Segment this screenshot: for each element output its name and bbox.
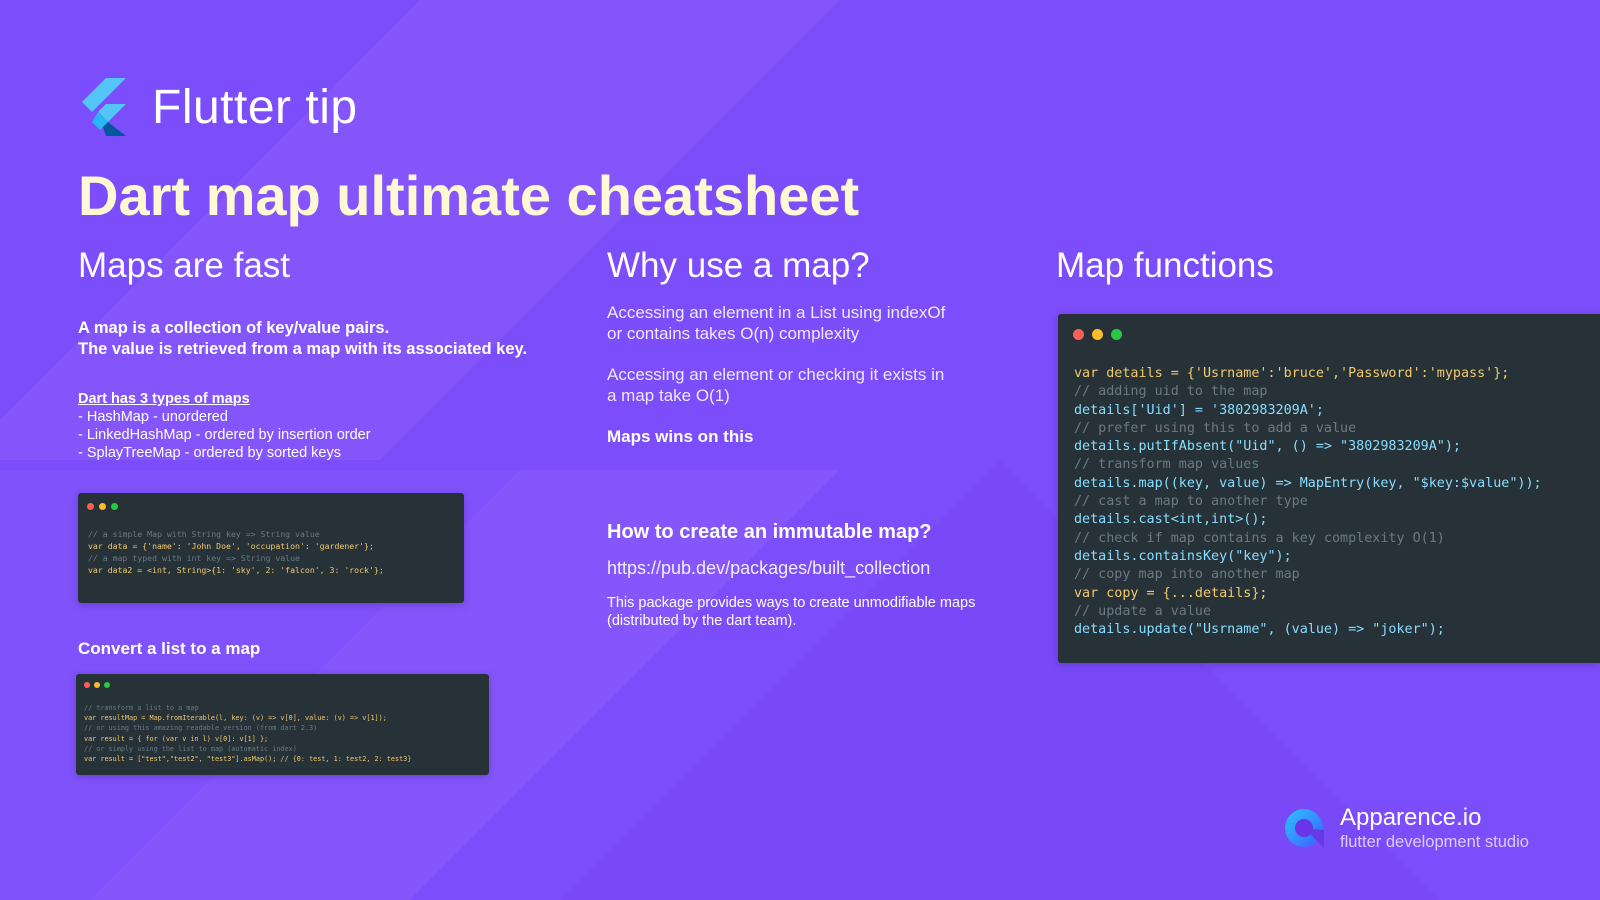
code-line: var result = { for (var v in l) v[0]: v[… — [84, 734, 269, 743]
why-p1-line-1: Accessing an element in a List using ind… — [607, 303, 946, 322]
maximize-dot-icon — [111, 503, 118, 510]
code-line: details.update("Usrname", (value) => "jo… — [1074, 622, 1445, 638]
heading-immutable-map: How to create an immutable map? — [607, 521, 932, 543]
heading-maps-are-fast: Maps are fast — [78, 246, 291, 285]
brand-name: Apparence.io — [1340, 804, 1482, 831]
close-dot-icon — [84, 682, 90, 688]
window-controls — [84, 682, 110, 688]
minimize-dot-icon — [99, 503, 106, 510]
code-line: // copy map into another map — [1074, 567, 1300, 583]
code-line: var data2 = <int, String>{1: 'sky', 2: '… — [88, 565, 384, 575]
maps-wins-text: Maps wins on this — [607, 427, 754, 446]
code-line: details.cast<int,int>(); — [1074, 512, 1268, 528]
package-description: This package provides ways to create unm… — [607, 594, 975, 630]
code-line: // a simple Map with String key => Strin… — [88, 529, 320, 539]
why-paragraph-2: Accessing an element or checking it exis… — [607, 364, 944, 406]
code-window-list-to-map: // transform a list to a map var resultM… — [76, 674, 489, 775]
code-window-map-literals: // a simple Map with String key => Strin… — [78, 493, 464, 603]
map-type-item: - HashMap - unordered — [78, 409, 228, 425]
code-line: details.putIfAbsent("Uid", () => "380298… — [1074, 439, 1461, 455]
map-type-item: - SplayTreeMap - ordered by sorted keys — [78, 445, 341, 461]
code-line: // or simply using the list to map (auto… — [84, 744, 297, 753]
code-window-map-functions: var details = {'Usrname':'bruce','Passwo… — [1058, 314, 1600, 663]
why-p2-line-2: a map take O(1) — [607, 386, 730, 405]
maps-intro: A map is a collection of key/value pairs… — [78, 318, 527, 360]
close-dot-icon — [87, 503, 94, 510]
window-controls — [87, 503, 118, 510]
code-line: var result = ["test","test2", "test3"].a… — [84, 755, 412, 764]
built-collection-link[interactable]: https://pub.dev/packages/built_collectio… — [607, 558, 930, 579]
page-title: Dart map ultimate cheatsheet — [78, 164, 860, 227]
code-line: var copy = {...details}; — [1074, 585, 1268, 601]
code-line: var data = {'name': 'John Doe', 'occupat… — [88, 541, 374, 551]
code-line: // transform map values — [1074, 457, 1260, 473]
minimize-dot-icon — [1092, 329, 1103, 340]
code-line: // update a value — [1074, 603, 1212, 619]
code-line: details.containsKey("key"); — [1074, 548, 1292, 564]
package-desc-line-1: This package provides ways to create unm… — [607, 595, 976, 611]
apparence-logo-icon — [1285, 809, 1324, 848]
maximize-dot-icon — [1111, 329, 1122, 340]
maps-intro-line-1: A map is a collection of key/value pairs… — [78, 319, 390, 337]
package-desc-line-2: (distributed by the dart team). — [607, 613, 797, 629]
why-p1-line-2: or contains takes O(n) complexity — [607, 324, 860, 343]
code-line: details['Uid'] = '3802983209A'; — [1074, 402, 1324, 418]
code-line: var details = {'Usrname':'bruce','Passwo… — [1074, 366, 1510, 381]
code-line: // a map typed with int key => String va… — [88, 553, 300, 563]
why-p2-line-1: Accessing an element or checking it exis… — [607, 365, 945, 384]
code-line: // prefer using this to add a value — [1074, 420, 1357, 436]
map-types-title: Dart has 3 types of maps — [78, 391, 250, 407]
code-line: var resultMap = Map.fromIterable(l, key:… — [84, 714, 387, 723]
code-line: // or using this amazing readable versio… — [84, 724, 318, 733]
minimize-dot-icon — [94, 682, 100, 688]
heading-map-functions: Map functions — [1056, 246, 1274, 285]
brand-tagline: flutter development studio — [1340, 833, 1529, 851]
code-line: // check if map contains a key complexit… — [1074, 530, 1445, 546]
map-types-list: Dart has 3 types of maps - HashMap - uno… — [78, 390, 371, 462]
heading-convert-list: Convert a list to a map — [78, 639, 261, 658]
code-line: // transform a list to a map — [84, 704, 199, 712]
header-title: Flutter tip — [152, 81, 358, 134]
code-line: // adding uid to the map — [1074, 384, 1268, 400]
map-type-item: - LinkedHashMap - ordered by insertion o… — [78, 427, 371, 443]
why-paragraph-1: Accessing an element in a List using ind… — [607, 302, 945, 344]
flutter-logo-icon — [82, 78, 126, 136]
code-line: // cast a map to another type — [1074, 494, 1308, 510]
close-dot-icon — [1073, 329, 1084, 340]
maximize-dot-icon — [104, 682, 110, 688]
heading-why-use-map: Why use a map? — [607, 246, 870, 285]
maps-intro-line-2: The value is retrieved from a map with i… — [78, 340, 528, 358]
code-line: details.map((key, value) => MapEntry(key… — [1074, 475, 1542, 491]
window-controls — [1073, 329, 1122, 340]
